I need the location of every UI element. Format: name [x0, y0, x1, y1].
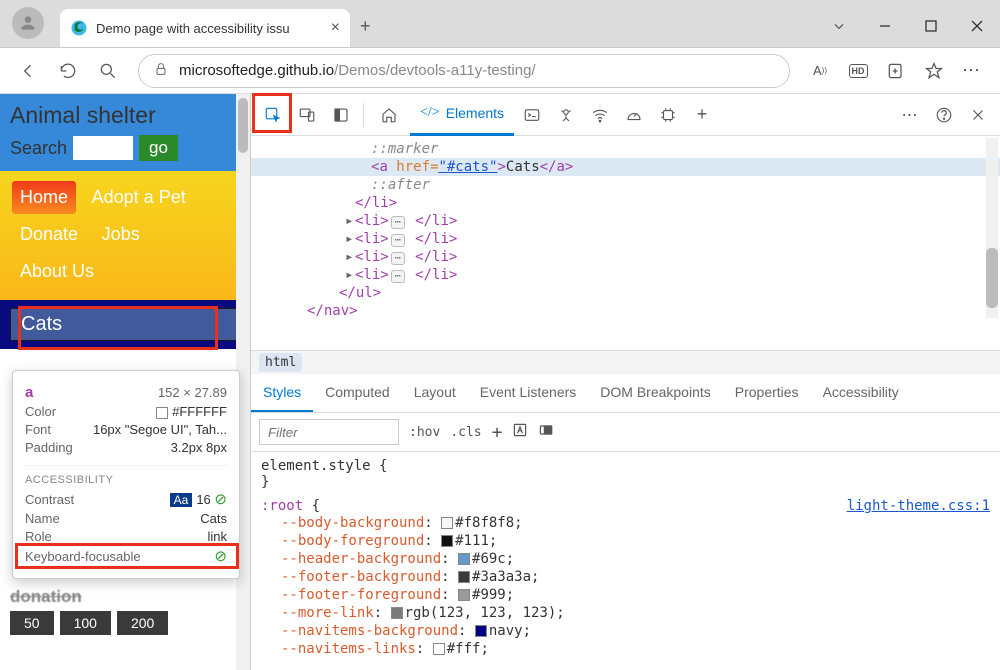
tab-computed[interactable]: Computed — [313, 374, 402, 412]
search-button[interactable] — [90, 53, 126, 89]
maximize-button[interactable] — [920, 15, 942, 37]
performance-icon[interactable] — [618, 99, 650, 131]
go-button[interactable]: go — [139, 135, 178, 161]
donate-100[interactable]: 100 — [60, 611, 111, 635]
dom-tree[interactable]: ::marker <a href="#cats">Cats</a> ::afte… — [251, 136, 1000, 350]
cls-button[interactable]: .cls — [450, 425, 481, 440]
network-icon[interactable] — [584, 99, 616, 131]
minimize-button[interactable] — [874, 15, 896, 37]
tab-properties[interactable]: Properties — [723, 374, 811, 412]
address-bar: microsoftedge.github.io/Demos/devtools-a… — [0, 48, 1000, 94]
hd-icon[interactable]: HD — [840, 53, 876, 89]
console-icon[interactable] — [516, 99, 548, 131]
url-input[interactable]: microsoftedge.github.io/Demos/devtools-a… — [138, 54, 790, 88]
page-header: Animal shelter Search go — [0, 94, 250, 171]
collections-icon[interactable] — [878, 53, 914, 89]
nav-home[interactable]: Home — [12, 181, 76, 214]
devtools: </>Elements + ⋯ ::marker <a href="#cats"… — [250, 94, 1000, 670]
close-devtools-icon[interactable] — [962, 99, 994, 131]
css-source-link[interactable]: light-theme.css:1 — [847, 498, 990, 514]
donation-heading: donation — [0, 579, 250, 611]
dom-selected-node[interactable]: <a href="#cats">Cats</a> — [251, 158, 1000, 176]
site-title: Animal shelter — [10, 102, 240, 129]
memory-icon[interactable] — [652, 99, 684, 131]
tab-breakpoints[interactable]: DOM Breakpoints — [588, 374, 722, 412]
css-declaration[interactable]: --navitems-links: #fff; — [261, 640, 990, 658]
search-input[interactable] — [73, 136, 133, 160]
nav-adopt[interactable]: Adopt a Pet — [84, 181, 194, 214]
tab-styles[interactable]: Styles — [251, 374, 313, 412]
styles-toolbar: :hov .cls + — [251, 413, 1000, 452]
flex-editor-icon[interactable] — [538, 422, 554, 442]
breadcrumb[interactable]: html — [251, 350, 1000, 374]
read-aloud-icon[interactable]: A)) — [802, 53, 838, 89]
filter-input[interactable] — [259, 419, 399, 445]
close-tab-icon[interactable]: × — [331, 19, 340, 37]
chevron-down-icon[interactable] — [828, 15, 850, 37]
css-declaration[interactable]: --navitems-background: navy; — [261, 622, 990, 640]
tab-listeners[interactable]: Event Listeners — [468, 374, 589, 412]
new-tab-button[interactable]: + — [360, 16, 371, 37]
tab-title: Demo page with accessibility issu — [96, 21, 323, 36]
dock-button[interactable] — [325, 99, 357, 131]
css-declaration[interactable]: --body-background: #f8f8f8; — [261, 514, 990, 532]
edge-favicon — [70, 19, 88, 37]
css-declaration[interactable]: --footer-background: #3a3a3a; — [261, 568, 990, 586]
css-declaration[interactable]: --body-foreground: #111; — [261, 532, 990, 550]
inspect-button[interactable] — [257, 99, 289, 131]
font-editor-icon[interactable] — [512, 422, 528, 442]
profile-button[interactable] — [12, 7, 44, 39]
search-label: Search — [10, 138, 67, 159]
refresh-button[interactable] — [50, 53, 86, 89]
css-declaration[interactable]: --footer-foreground: #999; — [261, 586, 990, 604]
welcome-tab[interactable] — [370, 94, 408, 136]
more-icon[interactable]: ⋯ — [954, 53, 990, 89]
close-window-button[interactable] — [966, 15, 988, 37]
donate-50[interactable]: 50 — [10, 611, 54, 635]
devtools-toolbar: </>Elements + ⋯ — [251, 94, 1000, 136]
styles-tabs: Styles Computed Layout Event Listeners D… — [251, 374, 1000, 413]
inspect-tooltip: a152 × 27.89 Color#FFFFFF Font16px "Sego… — [12, 370, 240, 579]
nav-jobs[interactable]: Jobs — [94, 218, 148, 251]
url-text: microsoftedge.github.io/Demos/devtools-a… — [179, 62, 536, 79]
nav-menu: Home Adopt a Pet Donate Jobs About Us — [0, 171, 250, 300]
styles-body[interactable]: element.style { } :root {light-theme.css… — [251, 452, 1000, 670]
nav-donate[interactable]: Donate — [12, 218, 86, 251]
cats-section: Cats — [0, 300, 250, 349]
more-tabs[interactable]: + — [686, 99, 718, 131]
css-declaration[interactable]: --more-link: rgb(123, 123, 123); — [261, 604, 990, 622]
browser-tab[interactable]: Demo page with accessibility issu × — [60, 9, 350, 47]
hov-button[interactable]: :hov — [409, 425, 440, 440]
help-icon[interactable] — [928, 99, 960, 131]
lock-icon — [153, 61, 169, 80]
new-rule-icon[interactable]: + — [492, 422, 503, 443]
tab-layout[interactable]: Layout — [402, 374, 468, 412]
donate-200[interactable]: 200 — [117, 611, 168, 635]
tab-accessibility[interactable]: Accessibility — [811, 374, 911, 412]
sources-icon[interactable] — [550, 99, 582, 131]
devtools-more-icon[interactable]: ⋯ — [894, 99, 926, 131]
titlebar: Demo page with accessibility issu × + — [0, 0, 1000, 48]
cats-link[interactable]: Cats — [10, 308, 240, 341]
favorite-icon[interactable] — [916, 53, 952, 89]
elements-tab[interactable]: </>Elements — [410, 94, 514, 136]
device-button[interactable] — [291, 99, 323, 131]
css-declaration[interactable]: --header-background: #69c; — [261, 550, 990, 568]
nav-about[interactable]: About Us — [12, 255, 102, 288]
back-button[interactable] — [10, 53, 46, 89]
